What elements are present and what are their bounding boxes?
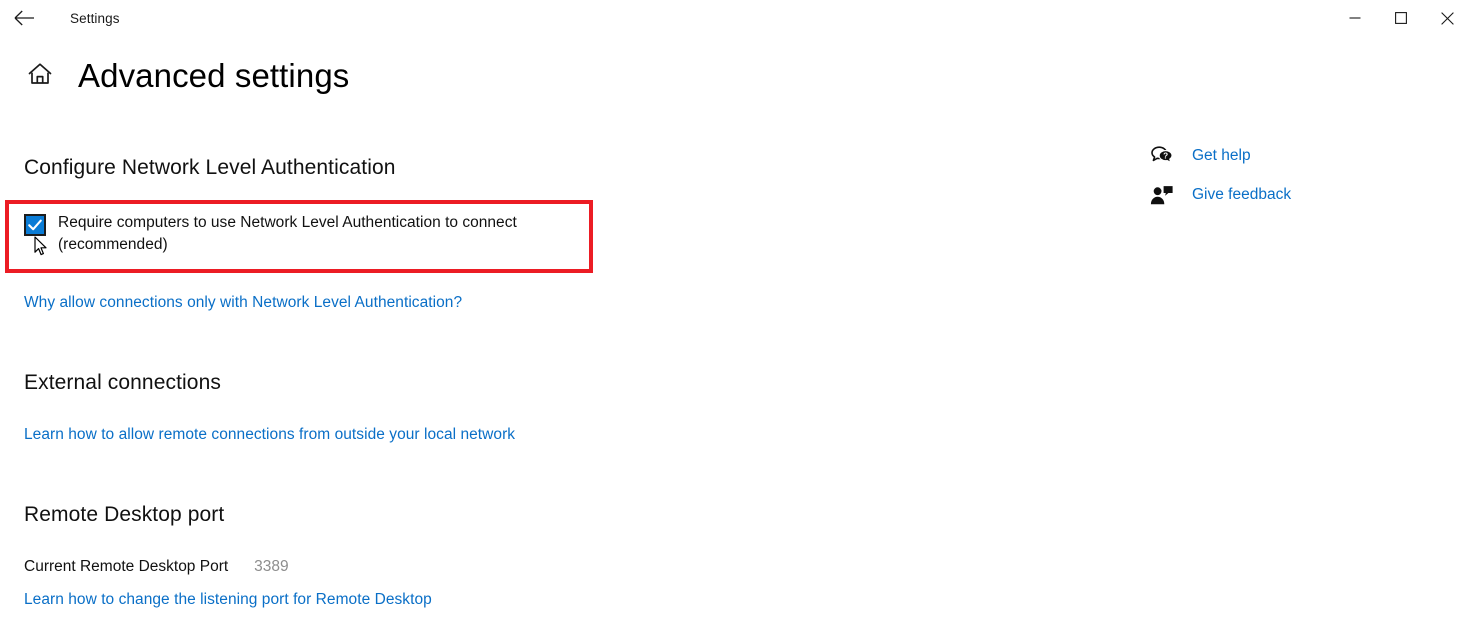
svg-text:?: ? xyxy=(1163,152,1168,161)
nla-checkbox[interactable] xyxy=(24,214,46,236)
back-arrow-icon xyxy=(14,10,36,26)
home-button[interactable] xyxy=(20,62,60,91)
external-connections-link[interactable]: Learn how to allow remote connections fr… xyxy=(24,425,515,446)
external-link-wrap: Learn how to allow remote connections fr… xyxy=(24,425,515,446)
change-port-link[interactable]: Learn how to change the listening port f… xyxy=(24,590,432,611)
section-heading-nla: Configure Network Level Authentication xyxy=(24,156,396,179)
help-bubble-icon: ? xyxy=(1150,145,1178,167)
close-icon xyxy=(1440,11,1454,25)
give-feedback-link[interactable]: Give feedback xyxy=(1192,186,1291,204)
port-link-wrap: Learn how to change the listening port f… xyxy=(24,590,432,611)
give-feedback-row[interactable]: Give feedback xyxy=(1150,179,1450,211)
back-button[interactable] xyxy=(2,2,48,34)
minimize-button[interactable] xyxy=(1332,0,1378,36)
current-port-row: Current Remote Desktop Port 3389 xyxy=(24,558,289,576)
close-button[interactable] xyxy=(1424,0,1470,36)
current-port-value: 3389 xyxy=(254,558,289,575)
home-icon xyxy=(27,62,53,91)
nla-link-wrap: Why allow connections only with Network … xyxy=(24,293,462,314)
window-controls xyxy=(1332,0,1470,36)
current-port-label: Current Remote Desktop Port xyxy=(24,558,229,575)
get-help-link[interactable]: Get help xyxy=(1192,147,1251,165)
help-links-panel: ? Get help Give feedback xyxy=(1150,140,1450,218)
get-help-row[interactable]: ? Get help xyxy=(1150,140,1450,172)
section-heading-port: Remote Desktop port xyxy=(24,503,225,526)
section-heading-external: External connections xyxy=(24,371,221,394)
page-header: Advanced settings xyxy=(0,57,350,94)
maximize-icon xyxy=(1395,12,1407,24)
feedback-person-icon xyxy=(1150,184,1178,206)
title-bar: Settings xyxy=(0,0,1470,36)
window-title: Settings xyxy=(70,10,120,26)
nla-checkbox-label: Require computers to use Network Level A… xyxy=(58,214,517,253)
page-title: Advanced settings xyxy=(78,57,350,94)
nla-checkbox-row[interactable]: Require computers to use Network Level A… xyxy=(24,212,584,256)
why-nla-link[interactable]: Why allow connections only with Network … xyxy=(24,293,462,314)
minimize-icon xyxy=(1349,12,1361,24)
maximize-button[interactable] xyxy=(1378,0,1424,36)
